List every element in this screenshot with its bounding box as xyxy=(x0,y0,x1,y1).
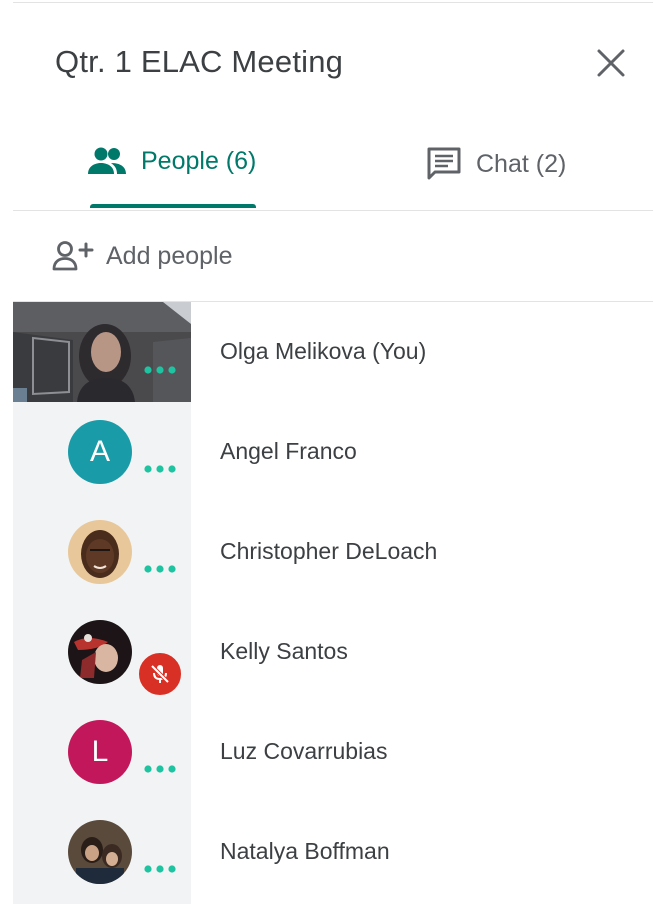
avatar xyxy=(68,820,132,884)
participant-row[interactable]: Natalya Boffman xyxy=(13,802,653,902)
add-people-button[interactable]: Add people xyxy=(52,232,233,280)
participant-name: Christopher DeLoach xyxy=(220,538,438,564)
participant-row[interactable]: L Luz Covarrubias xyxy=(13,702,653,802)
active-tab-indicator xyxy=(90,204,256,208)
muted-badge xyxy=(136,650,184,698)
avatar: A xyxy=(68,420,132,484)
participant-row[interactable]: Olga Melikova (You) xyxy=(13,302,653,402)
mic-off-icon xyxy=(150,664,170,684)
speaking-indicator-icon xyxy=(144,765,176,773)
profile-photo xyxy=(68,520,132,584)
avatar xyxy=(68,520,132,584)
people-icon xyxy=(88,147,126,174)
participant-name: Olga Melikova (You) xyxy=(220,338,427,364)
participant-video-tile xyxy=(13,302,191,402)
profile-photo xyxy=(68,620,132,684)
speaking-indicator-icon xyxy=(144,565,176,573)
participant-row[interactable]: Christopher DeLoach xyxy=(13,502,653,602)
panel-tabs: People (6) Chat (2) xyxy=(13,120,653,210)
participant-list: Olga Melikova (You) A Angel Franco Chris… xyxy=(13,302,653,904)
avatar: L xyxy=(68,720,132,784)
participant-row[interactable]: Kelly Santos xyxy=(13,602,653,702)
self-video-feed xyxy=(13,302,191,402)
tab-people[interactable]: People (6) xyxy=(13,120,333,210)
participant-name: Luz Covarrubias xyxy=(220,738,388,764)
avatar-initial: L xyxy=(91,735,109,768)
avatar-initial: A xyxy=(89,435,110,468)
panel-header: Qtr. 1 ELAC Meeting xyxy=(0,0,657,120)
tab-people-label: People (6) xyxy=(141,146,257,175)
participant-row[interactable]: A Angel Franco xyxy=(13,402,653,502)
participant-name: Angel Franco xyxy=(220,438,357,464)
speaking-indicator-icon xyxy=(144,865,176,873)
tabs-divider xyxy=(13,210,653,211)
add-people-label: Add people xyxy=(106,241,233,270)
close-button[interactable] xyxy=(588,40,634,86)
participant-name: Natalya Boffman xyxy=(220,838,390,864)
chat-icon xyxy=(427,147,461,180)
speaking-indicator-icon xyxy=(144,465,176,473)
close-icon xyxy=(597,49,625,77)
avatar xyxy=(68,620,132,684)
tab-chat[interactable]: Chat (2) xyxy=(333,120,653,210)
participant-name: Kelly Santos xyxy=(220,638,348,664)
meeting-title: Qtr. 1 ELAC Meeting xyxy=(55,44,344,79)
profile-photo xyxy=(68,820,132,884)
tab-chat-label: Chat (2) xyxy=(476,149,567,178)
speaking-indicator-icon xyxy=(144,366,176,374)
add-person-icon xyxy=(52,241,94,271)
